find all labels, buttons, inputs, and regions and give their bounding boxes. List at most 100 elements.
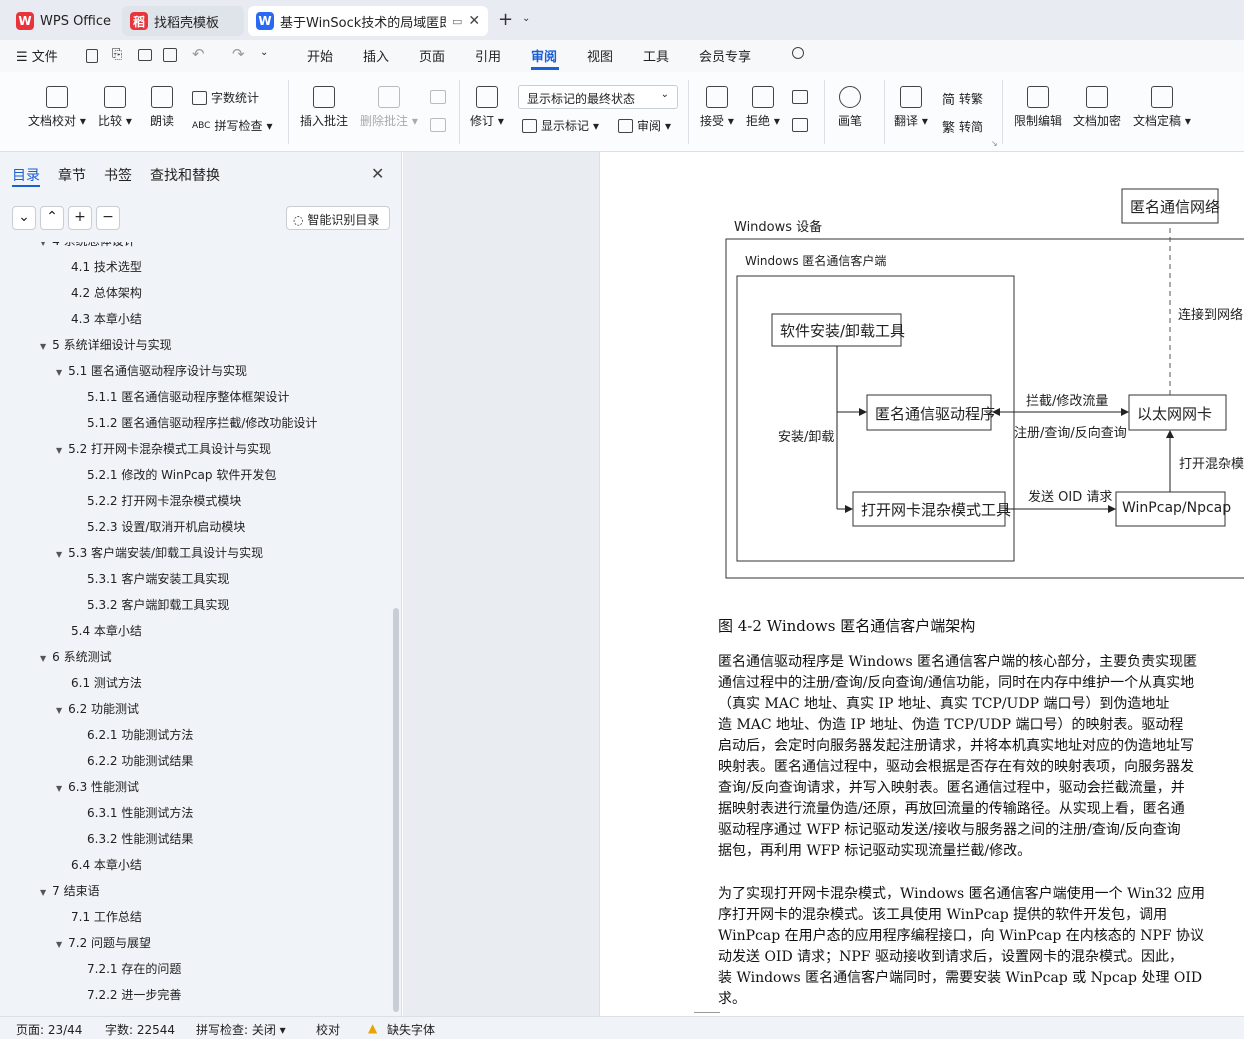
toc-item[interactable]: 5.1.1 匿名通信驱动程序整体框架设计	[87, 388, 289, 405]
toc-item[interactable]: 6.2.2 功能测试结果	[87, 752, 193, 769]
page-indicator[interactable]: 页面: 23/44	[16, 1021, 82, 1038]
toc-item[interactable]: 6.3.2 性能测试结果	[87, 830, 193, 847]
toc-item[interactable]: 6.1 测试方法	[71, 674, 142, 691]
nav-tab-find-replace[interactable]: 查找和替换	[150, 165, 220, 185]
expand-arrow-icon[interactable]: ▼	[56, 368, 62, 377]
track-changes-button[interactable]: 修订 ▾	[470, 86, 504, 129]
missing-font[interactable]: 缺失字体	[387, 1021, 435, 1038]
encrypt-button[interactable]: 文档加密	[1073, 86, 1121, 129]
close-icon[interactable]: ✕	[371, 164, 384, 183]
promote-button[interactable]: +	[68, 206, 92, 230]
insert-comment-button[interactable]: 插入批注	[300, 86, 348, 129]
next-comment-icon[interactable]	[430, 118, 446, 132]
nav-tab-chapters[interactable]: 章节	[58, 165, 86, 185]
show-markup-button[interactable]: 显示标记 ▾	[522, 117, 599, 134]
toc-item[interactable]: ▼ 4 系统总体设计	[40, 242, 136, 249]
expand-arrow-icon[interactable]: ▼	[56, 940, 62, 949]
spell-status[interactable]: 拼写检查: 关闭 ▾	[196, 1021, 286, 1038]
toc-item[interactable]: 6.3.1 性能测试方法	[87, 804, 193, 821]
expand-arrow-icon[interactable]: ▼	[56, 784, 62, 793]
toc-item[interactable]: 5.2.3 设置/取消开机启动模块	[87, 518, 245, 535]
menu-tools[interactable]: 工具	[643, 46, 669, 65]
toc-item[interactable]: 5.2.2 打开网卡混杂模式模块	[87, 492, 241, 509]
expand-arrow-icon[interactable]: ▼	[56, 550, 62, 559]
toc-item[interactable]: ▼ 6.2 功能测试	[56, 700, 139, 717]
menu-references[interactable]: 引用	[475, 46, 501, 65]
restrict-edit-button[interactable]: 限制编辑	[1014, 86, 1062, 129]
scrollbar[interactable]	[393, 608, 399, 1012]
new-tab-icon[interactable]: +	[498, 9, 513, 30]
save-icon[interactable]	[86, 49, 98, 63]
close-icon[interactable]: ✕	[468, 13, 480, 29]
print-preview-icon[interactable]	[163, 48, 177, 62]
toc-item[interactable]: ▼ 7.2 问题与展望	[56, 934, 151, 951]
nav-tab-toc[interactable]: 目录	[12, 165, 40, 185]
expand-arrow-icon[interactable]: ▼	[40, 654, 46, 663]
pen-button[interactable]: 画笔	[838, 86, 862, 129]
expand-arrow-icon[interactable]: ▼	[40, 888, 46, 897]
toc-item[interactable]: ▼ 5.1 匿名通信驱动程序设计与实现	[56, 362, 247, 379]
next-change-icon[interactable]	[792, 118, 808, 132]
expand-all-button[interactable]: ⌄	[12, 206, 36, 230]
toc-item[interactable]: 7.2.2 进一步完善	[87, 986, 181, 1003]
expand-arrow-icon[interactable]: ▼	[56, 706, 62, 715]
chevron-down-icon[interactable]: ⌄	[260, 47, 268, 58]
toc-item[interactable]: 7.1 工作总结	[71, 908, 142, 925]
review-pane-button[interactable]: 审阅 ▾	[618, 117, 671, 134]
tab-wps-home[interactable]: W WPS Office	[8, 6, 118, 36]
menu-page[interactable]: 页面	[419, 46, 445, 65]
toc-item[interactable]: 7.2.1 存在的问题	[87, 960, 181, 977]
accept-button[interactable]: 接受 ▾	[700, 86, 734, 129]
demote-button[interactable]: −	[96, 206, 120, 230]
menu-insert[interactable]: 插入	[363, 46, 389, 65]
prev-change-icon[interactable]	[792, 90, 808, 104]
delete-comment-button[interactable]: 删除批注 ▾	[360, 86, 418, 129]
toc-item[interactable]: ▼ 6 系统测试	[40, 648, 112, 665]
toc-item[interactable]: 6.4 本章小结	[71, 856, 142, 873]
toc-item[interactable]: 5.2.1 修改的 WinPcap 软件开发包	[87, 466, 276, 483]
toc-item[interactable]: ▼ 5 系统详细设计与实现	[40, 336, 172, 353]
proof-status[interactable]: 校对	[316, 1021, 340, 1038]
share-icon[interactable]: ⎘	[112, 47, 122, 62]
menu-view[interactable]: 视图	[587, 46, 613, 65]
toc-item[interactable]: ▼ 7 结束语	[40, 882, 100, 899]
collapse-all-button[interactable]: ⌃	[40, 206, 64, 230]
word-count-button[interactable]: 字数统计	[192, 89, 259, 106]
toc-item[interactable]: ▼ 5.3 客户端安装/卸载工具设计与实现	[56, 544, 263, 561]
proofread-button[interactable]: 文档校对 ▾	[28, 86, 86, 129]
tab-template[interactable]: 稻 找稻壳模板	[122, 6, 244, 36]
menu-review[interactable]: 审阅	[531, 46, 557, 65]
translate-button[interactable]: 翻译 ▾	[894, 86, 928, 129]
toc-item[interactable]: 5.3.1 客户端安装工具实现	[87, 570, 229, 587]
smart-toc-button[interactable]: ◌ 智能识别目录	[286, 206, 390, 230]
word-count[interactable]: 字数: 22544	[105, 1021, 175, 1038]
toc-item[interactable]: ▼ 5.2 打开网卡混杂模式工具设计与实现	[56, 440, 271, 457]
toc-item[interactable]: 4.1 技术选型	[71, 258, 142, 275]
chevron-down-icon[interactable]: ⌄	[522, 13, 530, 24]
toc-item[interactable]: 5.4 本章小结	[71, 622, 142, 639]
file-menu[interactable]: ☰ 文件	[16, 46, 58, 65]
nav-tab-bookmarks[interactable]: 书签	[104, 165, 132, 185]
redo-icon[interactable]: ↷	[232, 45, 245, 63]
spell-check-button[interactable]: ABC 拼写检查 ▾	[192, 117, 273, 134]
to-traditional-button[interactable]: 简转繁	[942, 89, 983, 108]
expand-arrow-icon[interactable]: ▼	[40, 242, 46, 247]
toc-item[interactable]: 6.2.1 功能测试方法	[87, 726, 193, 743]
to-simplified-button[interactable]: 繁转简	[942, 117, 983, 136]
menu-member[interactable]: 会员专享	[699, 46, 751, 65]
toc-item[interactable]: ▼ 6.3 性能测试	[56, 778, 139, 795]
monitor-icon[interactable]: ▭	[452, 15, 462, 28]
expand-arrow-icon[interactable]: ▼	[40, 342, 46, 351]
toc-item[interactable]: 4.3 本章小结	[71, 310, 142, 327]
toc-item[interactable]: 5.1.2 匿名通信驱动程序拦截/修改功能设计	[87, 414, 317, 431]
menu-home[interactable]: 开始	[307, 46, 333, 65]
finalize-button[interactable]: 文档定稿 ▾	[1133, 86, 1191, 129]
expand-icon[interactable]: ↘	[991, 139, 998, 148]
search-icon[interactable]	[792, 47, 804, 59]
prev-comment-icon[interactable]	[430, 90, 446, 104]
toc-item[interactable]: 4.2 总体架构	[71, 284, 142, 301]
expand-arrow-icon[interactable]: ▼	[56, 446, 62, 455]
print-icon[interactable]	[138, 49, 152, 61]
markup-state-select[interactable]: 显示标记的最终状态 ⌄	[518, 85, 678, 109]
reject-button[interactable]: 拒绝 ▾	[746, 86, 780, 129]
